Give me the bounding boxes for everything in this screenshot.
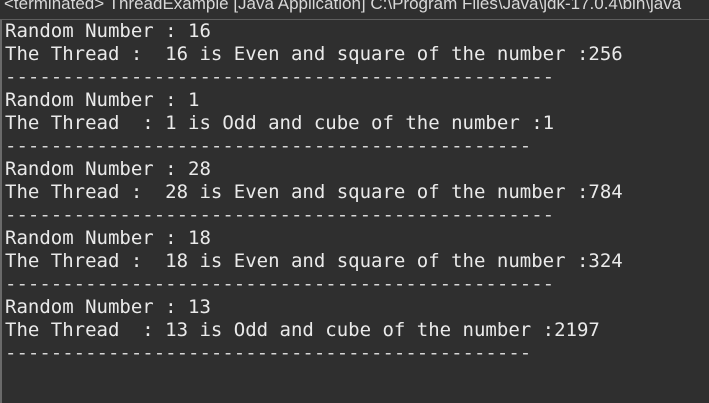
random-number-line: Random Number : 1 (5, 89, 200, 111)
console-text: Random Number : 16 The Thread : 16 is Ev… (5, 20, 705, 365)
random-number-line: Random Number : 28 (5, 158, 211, 180)
thread-result-line: The Thread : 16 is Even and square of th… (5, 43, 623, 65)
console-gutter (0, 20, 2, 403)
separator-line: ----------------------------------------… (5, 273, 555, 295)
separator-line: ----------------------------------------… (5, 204, 555, 226)
separator-line: ----------------------------------------… (5, 342, 532, 364)
console-title-bar: <terminated> ThreadExample [Java Applica… (0, 0, 709, 20)
console-window: <terminated> ThreadExample [Java Applica… (0, 0, 709, 403)
thread-result-line: The Thread : 13 is Odd and cube of the n… (5, 319, 600, 341)
thread-result-line: The Thread : 18 is Even and square of th… (5, 250, 623, 272)
random-number-line: Random Number : 16 (5, 20, 211, 42)
thread-result-line: The Thread : 1 is Odd and cube of the nu… (5, 112, 555, 134)
thread-result-line: The Thread : 28 is Even and square of th… (5, 181, 623, 203)
separator-line: ----------------------------------------… (5, 66, 555, 88)
console-output[interactable]: Random Number : 16 The Thread : 16 is Ev… (0, 20, 709, 403)
random-number-line: Random Number : 13 (5, 296, 211, 318)
random-number-line: Random Number : 18 (5, 227, 211, 249)
console-title: <terminated> ThreadExample [Java Applica… (4, 0, 682, 13)
separator-line: ----------------------------------------… (5, 135, 532, 157)
